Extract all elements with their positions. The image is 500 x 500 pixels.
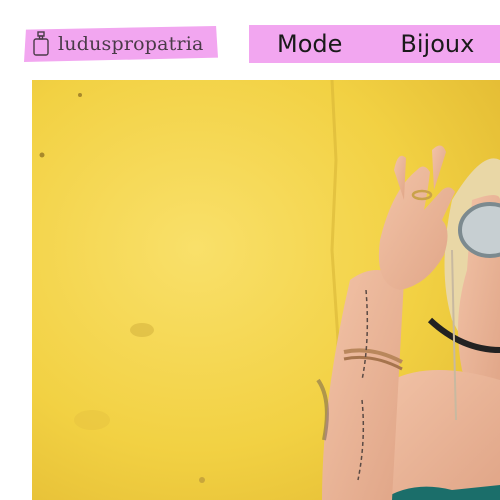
nav-item-mode[interactable]: Mode xyxy=(277,30,342,58)
perfume-bottle-icon xyxy=(33,31,49,56)
logo-text: luduspropatria xyxy=(58,33,204,55)
site-logo[interactable]: luduspropatria xyxy=(24,26,218,62)
hero-image xyxy=(32,80,500,500)
main-nav: Mode Bijoux xyxy=(249,25,500,63)
nav-item-bijoux[interactable]: Bijoux xyxy=(400,30,474,58)
